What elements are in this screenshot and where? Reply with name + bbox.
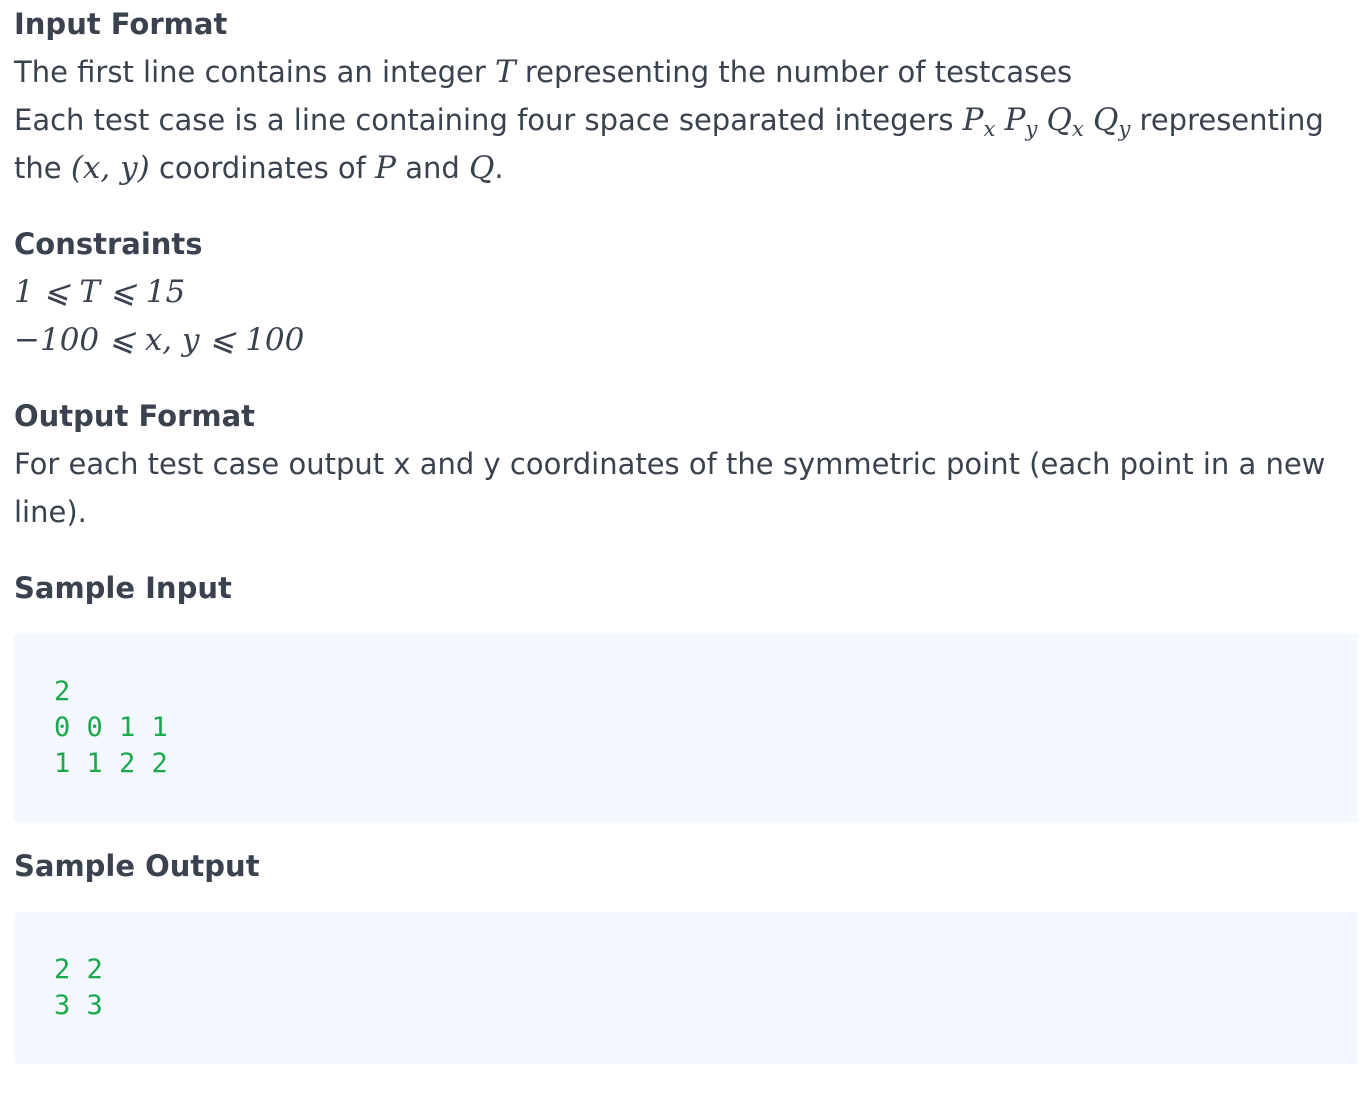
var-qy: Qy [1093,102,1131,141]
problem-content: Input Format The first line contains an … [14,0,1358,1084]
sample-input-box: 2 0 0 1 1 1 1 2 2 [14,634,1358,822]
input-format-line-1: The first line contains an integer T rep… [14,54,1073,90]
constraint-1: 1 ⩽ T ⩽ 15 [14,274,186,310]
input-format-heading: Input Format [14,7,228,41]
sample-input-heading: Sample Input [14,571,232,605]
output-format-section: Output Format For each test case output … [14,392,1358,536]
constraints-section: Constraints 1 ⩽ T ⩽ 15 −100 ⩽ x, y ⩽ 100 [14,220,1358,364]
input-format-line-2: Each test case is a line containing four… [14,102,1324,186]
sample-input-section: Sample Input 2 0 0 1 1 1 1 2 2 [14,564,1358,822]
constraint-1-line: 1 ⩽ T ⩽ 15 [14,268,1358,316]
coord-expr: (x, y) [70,150,150,186]
var-qx: Qx [1046,102,1084,141]
sample-output-code: 2 2 3 3 [54,954,103,1021]
sample-input-code: 2 0 0 1 1 1 1 2 2 [54,676,168,779]
sample-output-box: 2 2 3 3 [14,912,1358,1064]
constraint-2-line: −100 ⩽ x, y ⩽ 100 [14,316,1358,364]
sample-output-section: Sample Output 2 2 3 3 [14,842,1358,1064]
output-format-text: For each test case output x and y coordi… [14,447,1326,529]
input-format-section: Input Format The first line contains an … [14,0,1358,192]
var-t: T [494,54,516,90]
var-px: Px [962,102,996,141]
constraints-heading: Constraints [14,227,203,261]
constraint-2: −100 ⩽ x, y ⩽ 100 [14,322,305,358]
sample-output-heading: Sample Output [14,849,260,883]
var-p: P [375,150,396,186]
output-format-heading: Output Format [14,399,256,433]
var-q: Q [468,150,495,186]
var-py: Py [1004,102,1038,141]
